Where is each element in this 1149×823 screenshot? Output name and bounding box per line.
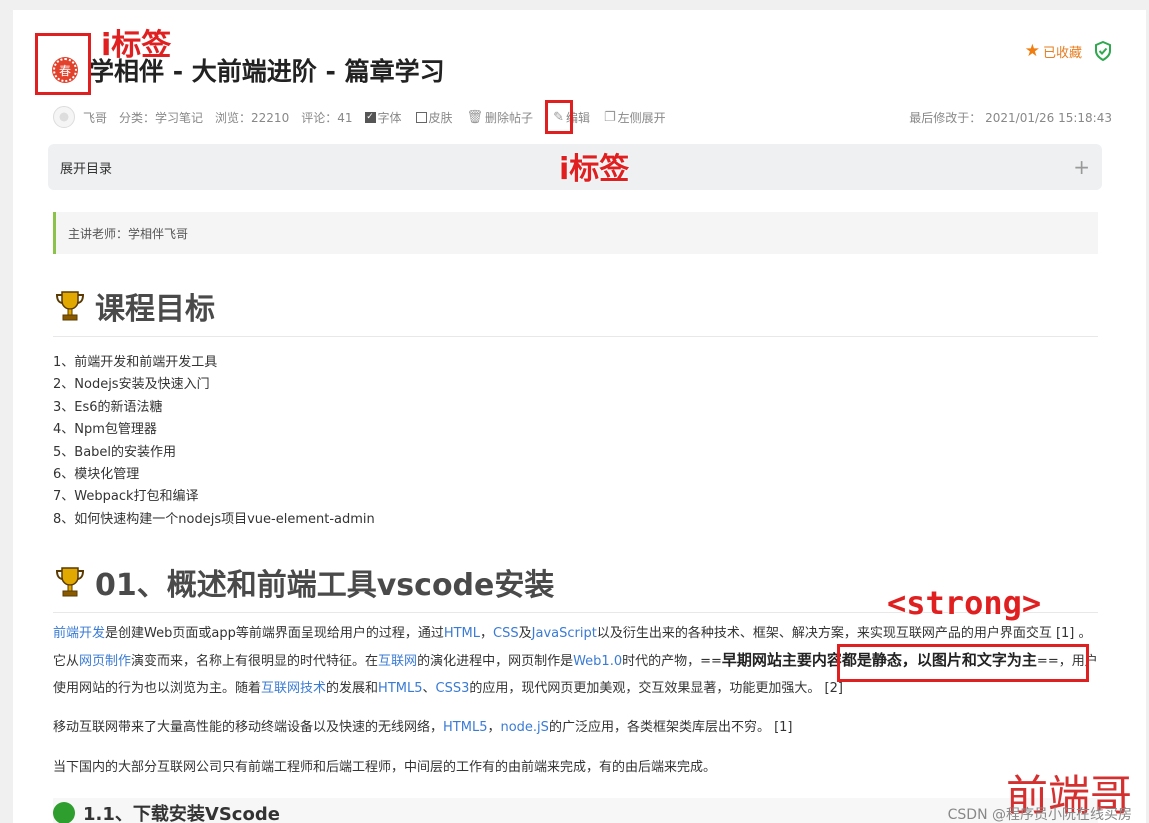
expand-label: 左侧展开	[617, 110, 666, 125]
annotation-box-strong	[837, 644, 1089, 682]
sub-heading-text: 1.1、下载安装VScode	[83, 804, 280, 823]
list-item: 7、Webpack打包和编译	[53, 489, 199, 505]
favorite-label: 已收藏	[1042, 45, 1082, 61]
font-checkbox-icon: ✓	[364, 111, 376, 123]
favorite-button[interactable]: ★ 已收藏	[1025, 42, 1082, 61]
list-item: 8、如何快速构建一个nodejs项目vue-element-admin	[53, 511, 375, 527]
link-html5-2[interactable]: HTML5	[443, 720, 487, 735]
list-item: 3、Es6的新语法糖	[53, 399, 163, 415]
list-item: 5、Babel的安装作用	[53, 444, 177, 460]
section-heading-goals: 课程目标	[53, 284, 1098, 337]
annotation-label-strong-tag: <strong>	[887, 584, 1042, 622]
trash-icon: 🗑	[466, 109, 484, 125]
star-icon: ★	[1024, 40, 1040, 61]
watermark-csdn: CSDN @程序员小阮在线买房	[947, 807, 1132, 823]
author-name[interactable]: 飞哥	[83, 109, 107, 126]
annotation-label-i-tag: i标签	[101, 28, 172, 63]
link-webpage-making[interactable]: 网页制作	[79, 654, 131, 669]
skin-label: 皮肤	[428, 110, 453, 125]
meta-bar: 飞哥 分类：学习笔记 浏览：22210 评论：41 ✓ 字体 皮肤 🗑 删除帖子…	[53, 106, 1112, 128]
list-item: 6、模块化管理	[53, 467, 140, 483]
trophy-icon	[55, 291, 85, 321]
link-internet-tech[interactable]: 互联网技术	[261, 681, 326, 696]
skin-toggle[interactable]: 皮肤	[415, 109, 453, 126]
teacher-quote: 主讲老师：学相伴飞哥	[53, 212, 1098, 254]
favorite-area: ★ 已收藏	[1025, 41, 1112, 61]
paragraph-engineers: 当下国内的大部分互联网公司只有前端工程师和后端工程师，中间层的工作有的由前端来完…	[53, 760, 717, 775]
link-css[interactable]: CSS	[493, 626, 519, 641]
font-toggle[interactable]: ✓ 字体	[364, 109, 402, 126]
goals-heading-text: 课程目标	[95, 292, 215, 327]
goals-list: 1、前端开发和前端开发工具 2、Nodejs安装及快速入门 3、Es6的新语法糖…	[53, 352, 375, 531]
expand-left-button[interactable]: ❐ 左侧展开	[604, 109, 666, 126]
list-item: 4、Npm包管理器	[53, 422, 157, 438]
annotation-box-edit	[545, 100, 573, 134]
list-item: 2、Nodejs安装及快速入门	[53, 377, 210, 393]
link-web10[interactable]: Web1.0	[573, 654, 622, 669]
avatar[interactable]	[53, 106, 75, 128]
article-page: 春 学相伴 - 大前端进阶 - 篇章学习 ★ 已收藏 飞哥 分类：学习笔记 浏览…	[13, 10, 1146, 823]
link-html[interactable]: HTML	[444, 626, 480, 641]
font-label: 字体	[377, 110, 402, 125]
skin-checkbox-icon	[415, 111, 427, 123]
overview-heading-text: 01、概述和前端工具vscode安装	[95, 568, 555, 603]
link-frontend-dev[interactable]: 前端开发	[53, 626, 105, 641]
shield-check-icon[interactable]	[1094, 41, 1112, 61]
sub-heading-vscode: 1.1、下载安装VScode	[53, 798, 1098, 823]
link-internet[interactable]: 互联网	[378, 654, 417, 669]
last-modified: 最后修改于： 2021/01/26 15:18:43	[909, 110, 1112, 125]
green-circle-icon	[53, 802, 75, 823]
delete-post-button[interactable]: 🗑 删除帖子	[467, 109, 534, 126]
paragraph-mobile-internet: 移动互联网带来了大量高性能的移动终端设备以及快速的无线网络，HTML5，node…	[53, 720, 793, 735]
annotation-box-seal	[35, 33, 91, 95]
link-nodejs[interactable]: node.jS	[500, 720, 548, 735]
view-count: 浏览：22210	[215, 110, 290, 125]
category[interactable]: 分类：学习笔记	[119, 109, 203, 126]
annotation-label-i-tag: i标签	[559, 152, 630, 187]
link-javascript[interactable]: JavaScript	[532, 626, 597, 641]
link-html5[interactable]: HTML5	[378, 681, 422, 696]
list-item: 1、前端开发和前端开发工具	[53, 355, 218, 370]
copy-icon: ❐	[603, 109, 616, 125]
delete-label: 删除帖子	[485, 110, 534, 125]
link-css3[interactable]: CSS3	[436, 681, 470, 696]
plus-icon: +	[1073, 155, 1090, 179]
trophy-icon	[55, 567, 85, 597]
toc-label: 展开目录	[60, 161, 113, 177]
comment-count: 评论：41	[301, 110, 353, 125]
